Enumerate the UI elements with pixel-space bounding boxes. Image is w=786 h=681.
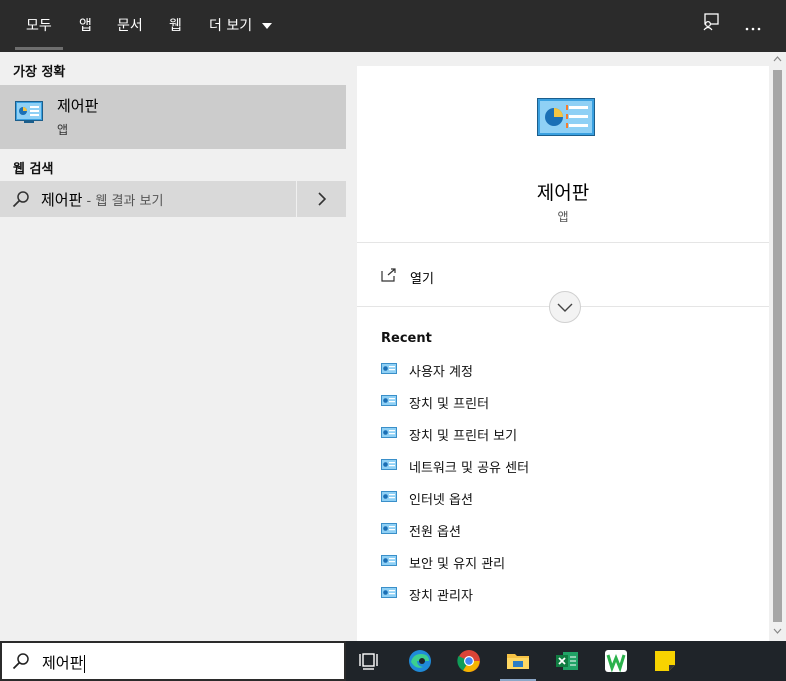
recent-item-label: 장치 및 프린터 보기 bbox=[409, 429, 518, 444]
control-panel-icon bbox=[381, 555, 397, 566]
control-panel-icon bbox=[381, 395, 397, 406]
detail-card: 제어판 앱 열기 Recent 사용자 계정 장치 및 프린터 장치 및 프린터… bbox=[357, 66, 769, 641]
detail-title: 제어판 bbox=[536, 182, 590, 204]
open-label: 열기 bbox=[410, 272, 434, 287]
detail-type: 앱 bbox=[557, 210, 569, 224]
control-panel-icon bbox=[15, 101, 43, 123]
control-panel-icon bbox=[537, 98, 595, 136]
control-panel-icon bbox=[381, 363, 397, 374]
recent-item-label: 보안 및 유지 관리 bbox=[409, 557, 506, 572]
web-search-result[interactable]: 제어판 - 웹 결과 보기 bbox=[0, 181, 296, 217]
control-panel-icon bbox=[381, 459, 397, 470]
scrollbar[interactable] bbox=[769, 52, 786, 641]
detail-pane: 제어판 앱 열기 Recent 사용자 계정 장치 및 프린터 장치 및 프린터… bbox=[346, 52, 786, 641]
taskbar bbox=[346, 641, 786, 681]
whale-icon bbox=[605, 650, 627, 673]
best-match-item[interactable]: 제어판 앱 bbox=[0, 85, 346, 149]
open-icon bbox=[381, 268, 396, 282]
expand-button[interactable] bbox=[549, 291, 581, 323]
recent-item[interactable]: 사용자 계정 bbox=[357, 357, 769, 387]
best-match-title: 제어판 bbox=[57, 97, 99, 115]
recent-item[interactable]: 전원 옵션 bbox=[357, 517, 769, 547]
recent-item[interactable]: 장치 및 프린터 보기 bbox=[357, 421, 769, 451]
results-pane: 가장 정확 제어판 앱 웹 검색 제어판 - 웹 결과 보기 bbox=[0, 52, 346, 641]
chevron-right-icon bbox=[317, 192, 326, 206]
whale-button[interactable] bbox=[592, 641, 640, 681]
web-result-open-button[interactable] bbox=[296, 181, 346, 217]
scrollbar-thumb[interactable] bbox=[773, 70, 782, 622]
recent-item[interactable]: 인터넷 옵션 bbox=[357, 485, 769, 515]
search-icon bbox=[12, 191, 29, 208]
recent-item[interactable]: 장치 관리자 bbox=[357, 581, 769, 611]
more-options-icon[interactable] bbox=[739, 12, 767, 40]
sticky-notes-button[interactable] bbox=[641, 641, 689, 681]
best-match-type: 앱 bbox=[57, 123, 69, 137]
recent-heading: Recent bbox=[381, 331, 432, 346]
recent-item[interactable]: 보안 및 유지 관리 bbox=[357, 549, 769, 579]
search-icon bbox=[12, 653, 29, 670]
recent-item-label: 장치 관리자 bbox=[409, 589, 473, 604]
web-query-hint: - 웹 결과 보기 bbox=[82, 194, 164, 209]
recent-item-label: 인터넷 옵션 bbox=[409, 493, 473, 508]
recent-item[interactable]: 네트워크 및 공유 센터 bbox=[357, 453, 769, 483]
tab-web[interactable]: 웹 bbox=[169, 0, 182, 52]
recent-item-label: 전원 옵션 bbox=[409, 525, 461, 540]
search-text: 제어판 bbox=[42, 654, 84, 672]
scroll-down-icon[interactable] bbox=[769, 624, 786, 641]
web-search-query: 제어판 - 웹 결과 보기 bbox=[41, 189, 163, 210]
web-search-heading: 웹 검색 bbox=[13, 162, 54, 177]
tab-apps[interactable]: 앱 bbox=[79, 0, 92, 52]
task-view-icon bbox=[359, 653, 378, 670]
recent-item-label: 네트워크 및 공유 센터 bbox=[409, 461, 530, 476]
control-panel-icon bbox=[381, 587, 397, 598]
file-explorer-button[interactable] bbox=[494, 641, 542, 681]
recent-item[interactable]: 장치 및 프린터 bbox=[357, 389, 769, 419]
edge-icon bbox=[409, 650, 431, 672]
web-query-text: 제어판 bbox=[41, 191, 83, 209]
chrome-button[interactable] bbox=[445, 641, 493, 681]
chrome-icon bbox=[457, 650, 480, 672]
excel-button[interactable] bbox=[543, 641, 591, 681]
folder-icon bbox=[507, 654, 529, 669]
feedback-icon[interactable] bbox=[697, 12, 725, 40]
search-input-value: 제어판 bbox=[42, 652, 86, 673]
excel-icon bbox=[556, 652, 578, 670]
divider bbox=[357, 242, 769, 243]
control-panel-icon bbox=[381, 523, 397, 534]
chevron-down-icon bbox=[557, 303, 573, 312]
edge-button[interactable] bbox=[396, 641, 444, 681]
task-view-button[interactable] bbox=[346, 641, 394, 681]
search-filter-bar: 모두 앱 문서 웹 더 보기 bbox=[0, 0, 786, 52]
best-match-heading: 가장 정확 bbox=[13, 65, 66, 80]
text-caret bbox=[84, 654, 86, 673]
recent-item-label: 장치 및 프린터 bbox=[409, 397, 490, 412]
control-panel-icon bbox=[381, 491, 397, 502]
tab-more[interactable]: 더 보기 bbox=[209, 0, 272, 52]
tab-all[interactable]: 모두 bbox=[15, 0, 63, 52]
tab-more-label: 더 보기 bbox=[209, 18, 253, 34]
chevron-down-icon bbox=[261, 23, 272, 29]
sticky-notes-icon bbox=[655, 651, 675, 671]
tab-documents[interactable]: 문서 bbox=[117, 0, 143, 52]
control-panel-icon bbox=[381, 427, 397, 438]
search-input[interactable]: 제어판 bbox=[0, 641, 346, 681]
recent-item-label: 사용자 계정 bbox=[409, 365, 473, 380]
scroll-up-icon[interactable] bbox=[769, 52, 786, 69]
